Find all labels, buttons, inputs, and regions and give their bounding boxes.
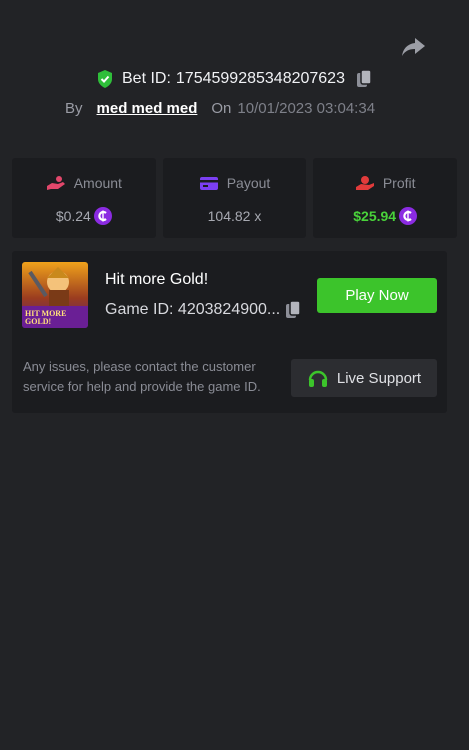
thumbnail-text-line2: GOLD! [25,317,51,326]
copy-icon[interactable] [284,300,302,320]
headset-icon [307,368,329,388]
payout-label: Payout [226,175,271,191]
profit-value: $25.94 [353,208,397,224]
game-id-value: 4203824900... [177,301,281,318]
hand-money-icon [355,175,375,191]
bet-id-label: Bet ID: [122,70,171,87]
shield-check-icon [96,69,114,89]
game-card: HIT MORE GOLD! Hit more Gold! Game ID: 4… [12,251,447,413]
game-thumbnail[interactable]: HIT MORE GOLD! [22,262,88,328]
copy-icon[interactable] [355,69,373,89]
bet-id-row: Bet ID: 1754599285348207623 [0,67,469,91]
live-support-label: Live Support [336,369,422,387]
payout-card: Payout 104.82 x [162,158,307,238]
amount-label: Amount [73,175,122,191]
bet-timestamp: 10/01/2023 03:04:34 [237,99,376,117]
profit-label: Profit [382,175,416,191]
card-icon [199,175,219,191]
profit-card: Profit $25.94 [313,158,458,238]
coin-icon [399,207,418,225]
bet-id-value: 1754599285348207623 [175,70,345,87]
payout-value: 104.82 x [207,208,262,224]
live-support-button[interactable]: Live Support [291,359,437,397]
support-text: Any issues, please contact the customer … [23,359,261,394]
play-now-button[interactable]: Play Now [317,278,437,313]
game-id-row: Game ID: 4203824900... [105,300,302,320]
bet-meta-row: By med med med On 10/01/2023 03:04:34 [65,96,375,120]
bet-stats: Amount $0.24 Payout 104.82 x Profit $25.… [12,158,458,238]
username-link[interactable]: med med med [97,100,198,117]
coin-icon [93,207,112,225]
bet-detail-page: Bet ID: 1754599285348207623 By med med m… [0,0,469,750]
on-label: On [211,99,232,117]
hand-coins-icon [46,175,66,191]
share-icon[interactable] [399,35,427,59]
game-id-label: Game ID: [105,301,174,318]
amount-value: $0.24 [55,208,91,224]
by-label: By [65,99,83,117]
amount-card: Amount $0.24 [12,158,156,238]
game-title: Hit more Gold! [105,271,209,288]
